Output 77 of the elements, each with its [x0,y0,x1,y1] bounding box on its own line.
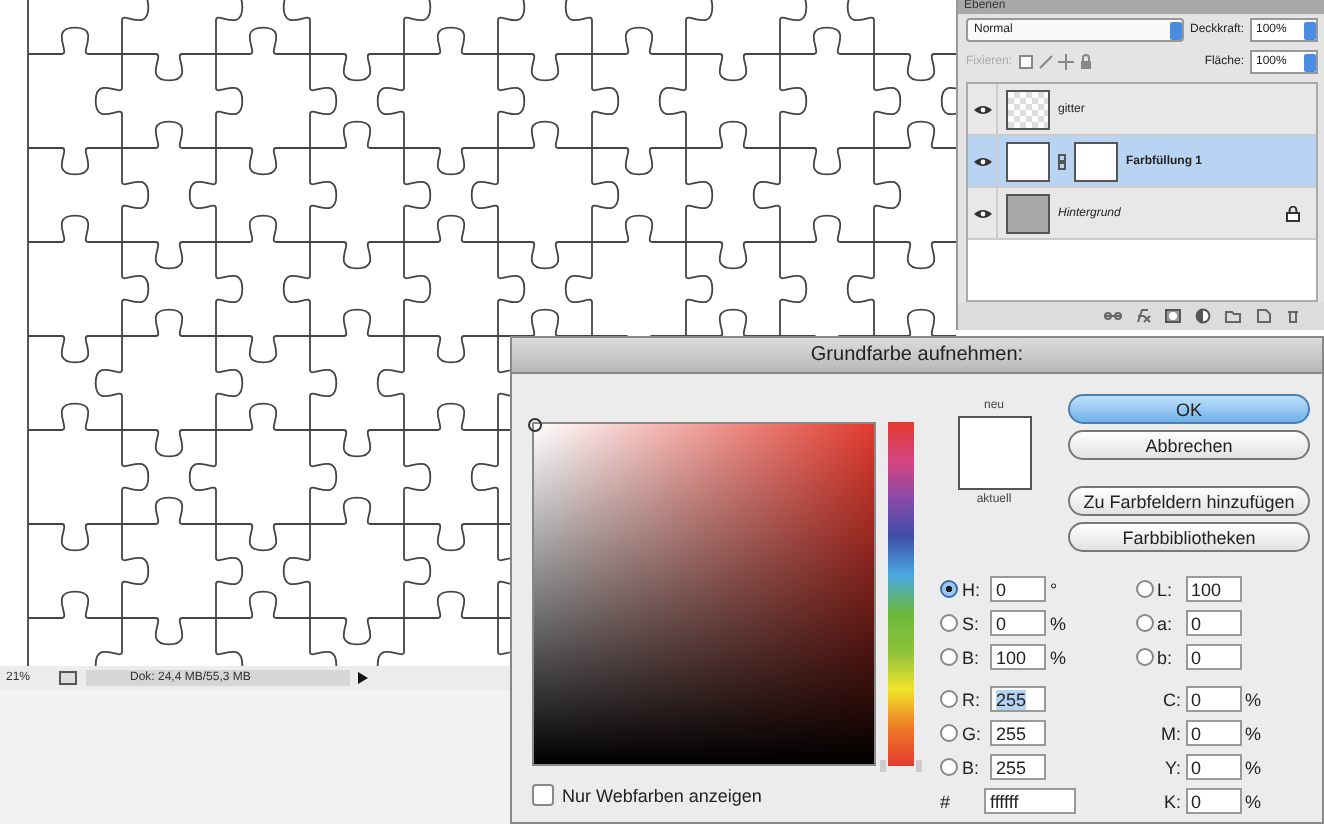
field-label: # [940,791,953,811]
value-field[interactable]: 255 [990,686,1046,712]
field-label: M: [1159,723,1181,743]
slider-thumb[interactable] [880,760,922,772]
unit-label: ° [1050,579,1060,599]
value-field[interactable]: ffffff [984,788,1076,814]
layer-thumbnail [1006,141,1050,181]
value-field[interactable]: 0 [1185,686,1241,712]
value-field[interactable]: 255 [990,720,1046,746]
radio-button[interactable] [940,648,958,666]
radio-button[interactable] [940,758,958,776]
unit-label: % [1245,723,1264,743]
radio-button[interactable] [940,690,958,708]
field-label: L: [1157,579,1175,599]
dialog-button[interactable]: Abbrechen [1068,430,1310,460]
field-label: S: [962,613,982,633]
value-field[interactable]: 0 [1185,610,1241,636]
lock-icon[interactable] [1078,54,1095,70]
value-field[interactable]: 255 [990,754,1046,780]
field-label: C: [1161,689,1181,709]
value-field[interactable]: 100 [990,644,1046,670]
unit-label: % [1245,757,1264,777]
mask-thumbnail [1074,141,1118,181]
play-icon[interactable] [354,670,370,686]
effects-icon[interactable] [1134,308,1152,324]
layer-thumbnail [1006,193,1050,233]
radio-button[interactable] [940,724,958,742]
radio-button[interactable] [940,614,958,632]
field-label: b: [1157,647,1175,667]
value-field[interactable]: 0 [1185,644,1241,670]
unit-label: % [1050,613,1069,633]
value-field[interactable]: 0 [990,610,1046,636]
folder-icon[interactable] [1224,308,1242,324]
layer-thumbnail [1006,89,1050,129]
field-label: a: [1157,613,1175,633]
unit-label: % [1050,647,1069,667]
eye-icon[interactable] [973,103,991,115]
move-icon[interactable] [1058,54,1075,70]
brush-icon[interactable] [1038,54,1055,70]
unit-label: % [1245,689,1264,709]
checkbox[interactable] [532,784,554,806]
dialog-button[interactable]: Farbbibliotheken [1068,522,1310,552]
checkbox-label: Nur Webfarben anzeigen [562,785,762,805]
hue-slider[interactable] [880,422,922,772]
radio-button[interactable] [1135,648,1153,666]
document-icon[interactable] [58,670,78,686]
radio-button[interactable] [940,580,958,598]
value-field[interactable]: 0 [1185,720,1241,746]
field-label: R: [962,689,982,709]
value-field[interactable]: 0 [1185,788,1241,814]
dialog-button[interactable]: Zu Farbfeldern hinzufügen [1068,486,1310,516]
eye-icon[interactable] [973,207,991,219]
value-field[interactable]: 100 [1185,576,1241,602]
link-icon[interactable] [1104,308,1122,324]
dialog-button[interactable]: OK [1068,394,1310,424]
eye-icon[interactable] [973,155,991,167]
dialog-title: Grundfarbe aufnehmen: [512,338,1322,374]
field-label: B: [962,757,982,777]
unit-label: % [1245,791,1264,811]
new-layer-icon[interactable] [1254,308,1272,324]
field-label: B: [962,647,982,667]
value-field[interactable]: 0 [990,576,1046,602]
field-label: K: [1161,791,1181,811]
trash-icon[interactable] [1284,308,1302,324]
mask-icon[interactable] [1164,308,1182,324]
field-label: G: [962,723,984,743]
value-field[interactable]: 0 [1185,754,1241,780]
radio-button[interactable] [1135,614,1153,632]
color-swatch [957,416,1031,490]
radio-button[interactable] [1135,580,1153,598]
color-field[interactable] [532,422,876,766]
chain-icon [1058,153,1066,169]
transparency-lock-icon[interactable] [1018,54,1035,70]
field-label: Y: [1162,757,1181,777]
field-label: H: [962,579,982,599]
adjustment-icon[interactable] [1194,308,1212,324]
color-marker-icon[interactable] [528,418,542,432]
